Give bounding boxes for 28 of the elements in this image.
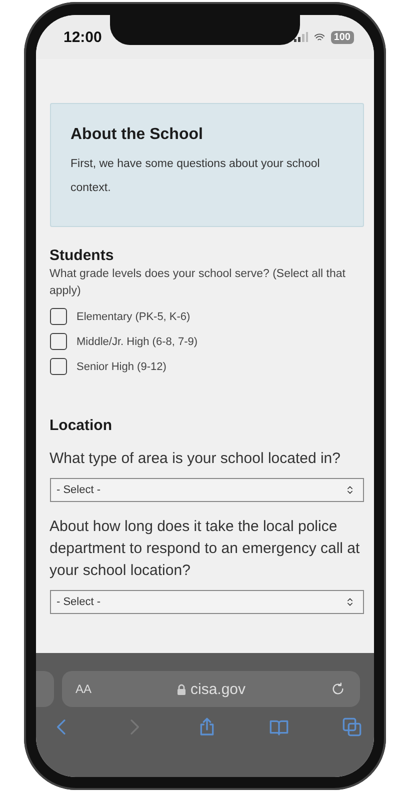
section-heading: Students — [50, 247, 115, 264]
question-text: About how long does it take the local police department to respond to an emergency call at your school location? — [50, 517, 361, 581]
section-heading: Location — [50, 417, 113, 434]
lock-icon — [177, 684, 186, 694]
chevron-updown-icon — [344, 484, 354, 496]
option-label: Middle/Jr. High (6-8, 7-9) — [76, 336, 198, 348]
address-bar[interactable]: AA cisa.gov — [62, 671, 360, 707]
status-time: 12:00 — [64, 28, 102, 46]
checkbox[interactable] — [50, 308, 66, 325]
option-label: Elementary (PK-5, K-6) — [76, 310, 190, 322]
tab-preview — [36, 671, 54, 707]
tabs-icon[interactable] — [342, 717, 362, 737]
url-text: cisa.gov — [190, 680, 246, 698]
wifi-icon — [312, 32, 326, 42]
select-dropdown[interactable]: - Select - — [50, 478, 364, 502]
battery-level: 100 — [330, 30, 354, 44]
chevron-updown-icon — [344, 596, 354, 608]
text-size-button[interactable]: AA — [76, 682, 92, 696]
reload-icon — [331, 682, 346, 696]
select-dropdown[interactable]: - Select - — [50, 590, 364, 614]
checkbox[interactable] — [50, 358, 66, 375]
card-text: First, we have some questions about your school context. — [70, 157, 321, 196]
card-title: About the School — [70, 126, 204, 144]
question-text: What type of area is your school located in? — [50, 449, 342, 469]
checkbox[interactable] — [50, 333, 66, 350]
option-label: Senior High (9-12) — [76, 360, 166, 372]
question-text: What grade levels does your school serve? (Select all that apply) — [50, 267, 346, 299]
signal-icon — [294, 32, 308, 42]
